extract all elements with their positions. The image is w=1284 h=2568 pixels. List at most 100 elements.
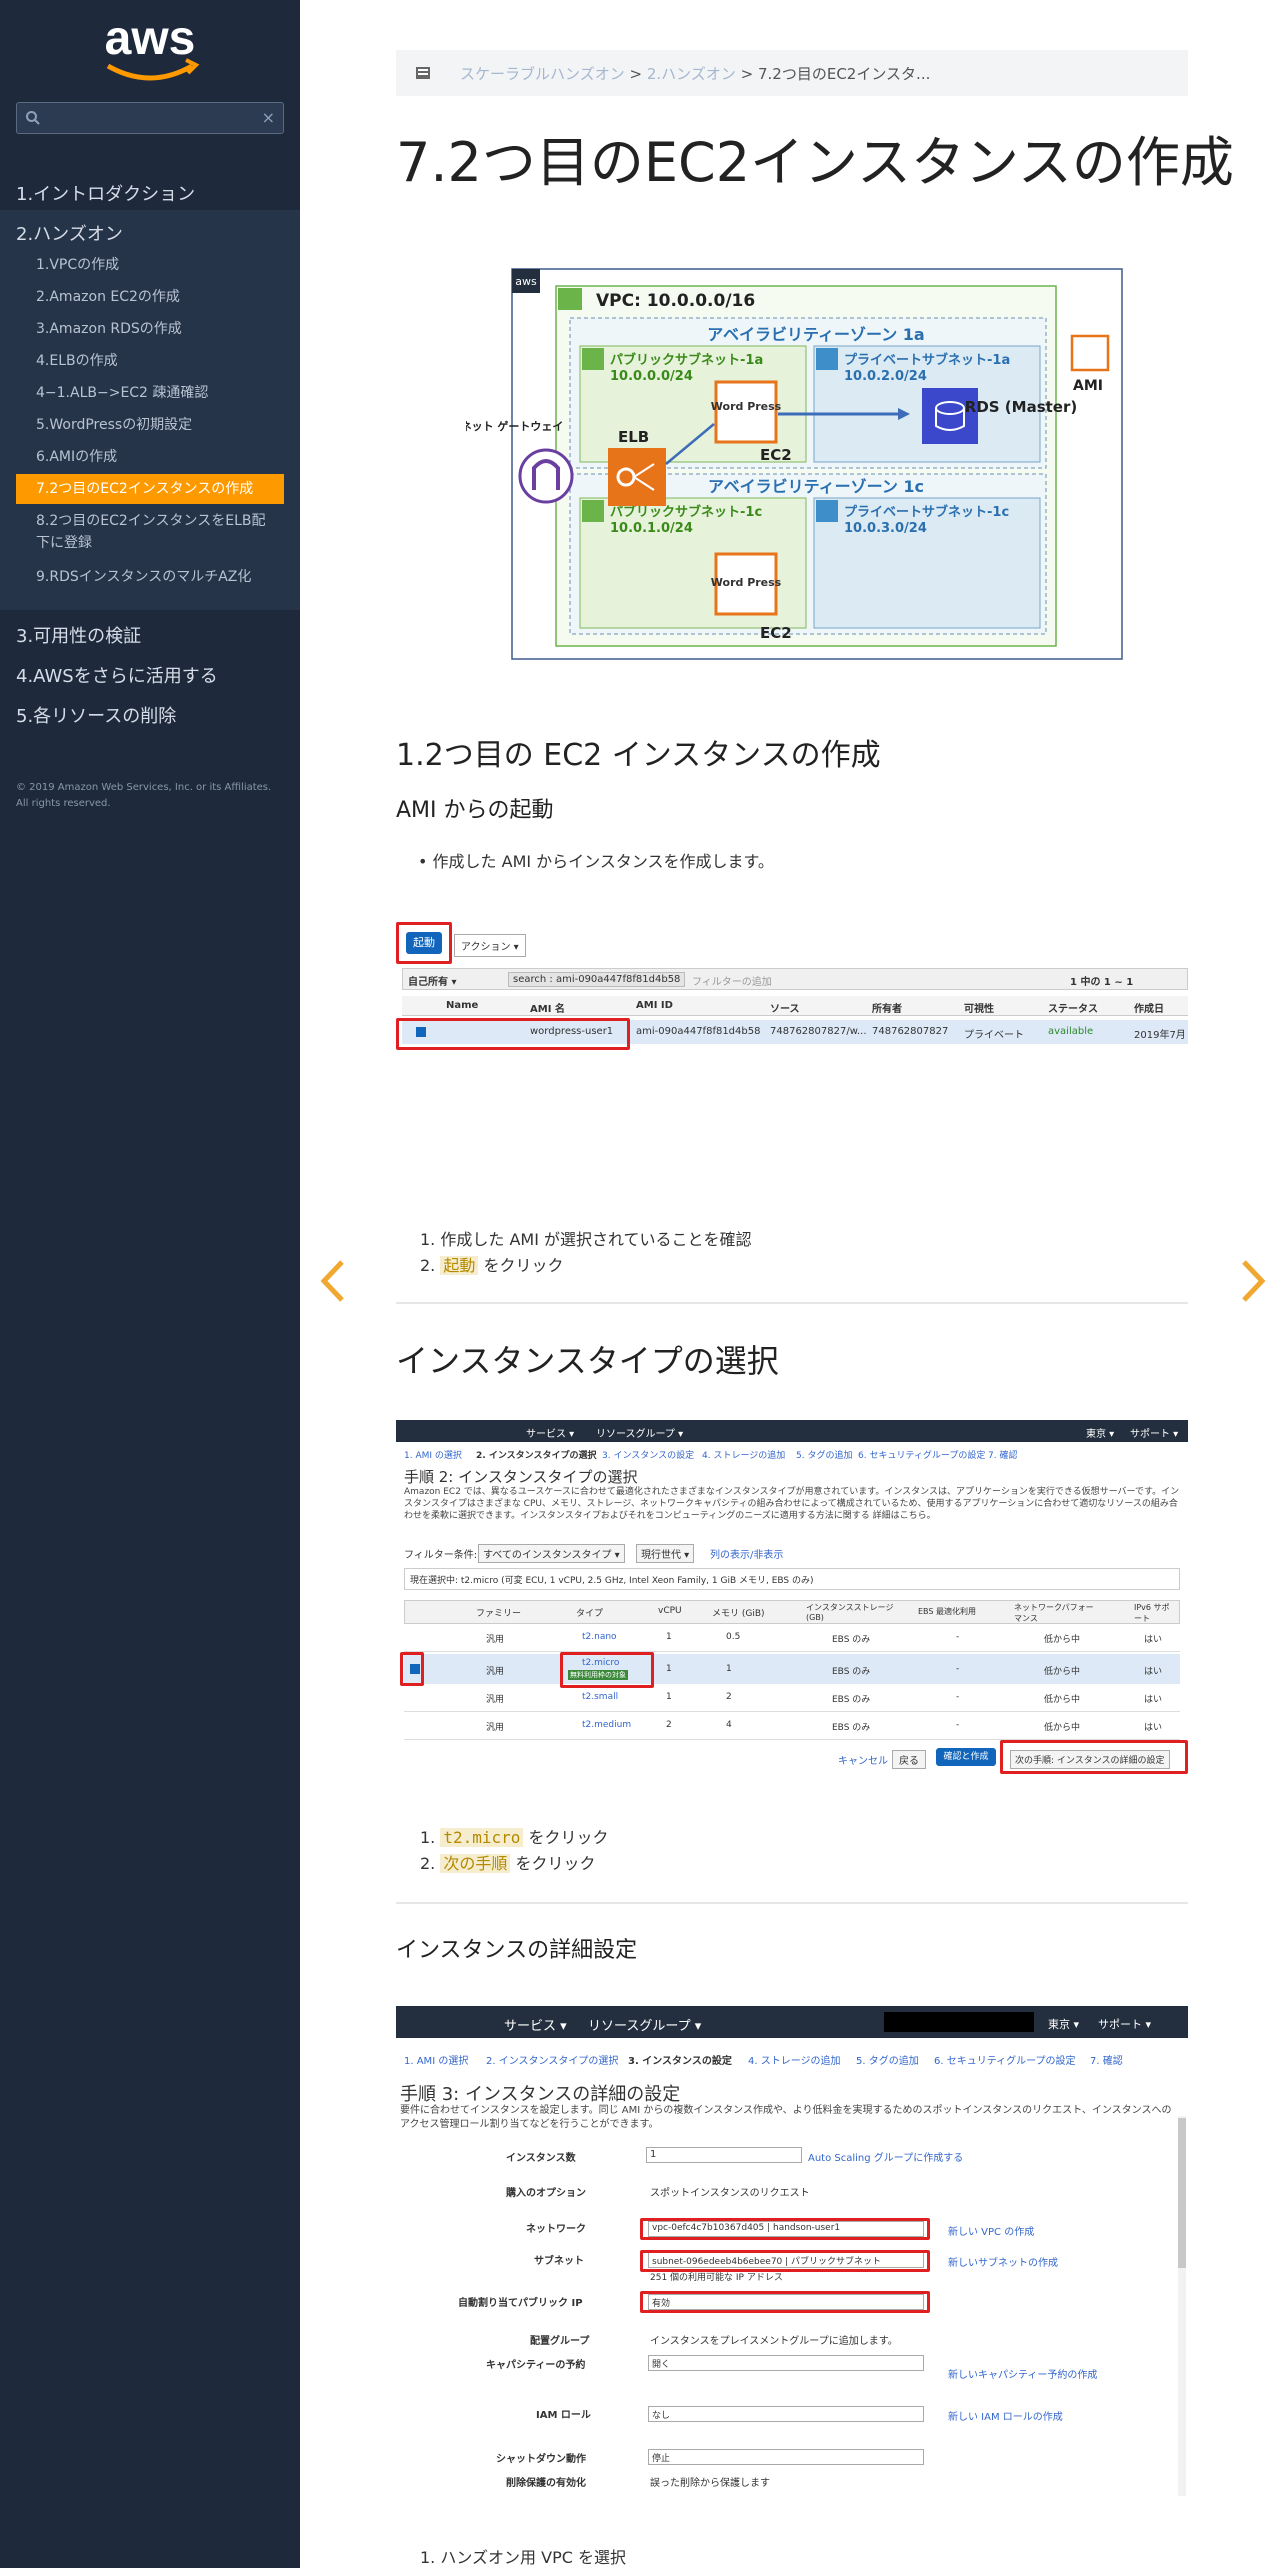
cell: 低から中	[1044, 1723, 1081, 1733]
subnav-item[interactable]: 4.ELBの作成	[16, 350, 284, 372]
services-menu[interactable]: サービス ▾	[504, 2015, 567, 2034]
subnav-item[interactable]: 5.WordPressの初期設定	[16, 414, 284, 436]
subnav-item[interactable]: 3.Amazon RDSの作成	[16, 318, 284, 340]
instance-type-screenshot: サービス ▾ リソースグループ ▾ 東京 ▾ サポート ▾ 1. AMI の選択…	[396, 1420, 1188, 1780]
services-menu[interactable]: サービス ▾	[526, 1425, 574, 1440]
next-page-icon[interactable]	[1238, 1258, 1268, 1304]
nav-item-cleanup[interactable]: 5.各リソースの削除	[0, 692, 300, 732]
nav-item-intro[interactable]: 1.イントロダクション	[0, 170, 300, 210]
cell: ami-090a447f8f81d4b58	[636, 1026, 761, 1037]
subnav-item[interactable]: 9.RDSインスタンスのマルチAZ化	[16, 566, 284, 588]
placement-checkbox[interactable]: インスタンスをプレイスメントグループに追加します。	[650, 2332, 898, 2347]
field-label: 購入のオプション	[506, 2188, 586, 2199]
ami-screenshot: 起動 アクション ▾ 自己所有 ▾ search : ami-090a447f8…	[396, 920, 1188, 1060]
type-filter[interactable]: すべてのインスタンスタイプ ▾	[478, 1544, 625, 1563]
breadcrumb-link[interactable]: スケーラブルハンズオン	[460, 65, 625, 83]
wizard-tab[interactable]: 7. 確認	[988, 1448, 1017, 1461]
diagram-pri2: プライベートサブネット-1c	[844, 504, 1009, 520]
wizard-tab[interactable]: 4. ストレージの追加	[702, 1448, 785, 1461]
filter-placeholder[interactable]: フィルターの追加	[692, 973, 772, 988]
highlight-box	[640, 2250, 930, 2272]
shutdown-select[interactable]: 停止	[648, 2449, 924, 2465]
aws-logo[interactable]: aws	[90, 10, 210, 90]
resource-groups-menu[interactable]: リソースグループ ▾	[588, 2015, 701, 2034]
support-menu[interactable]: サポート ▾	[1130, 1425, 1178, 1440]
cell: -	[956, 1692, 960, 1702]
spot-checkbox[interactable]: スポットインスタンスのリクエスト	[650, 2184, 810, 2199]
breadcrumb-link[interactable]: 2.ハンズオン	[647, 65, 736, 83]
autoscaling-link[interactable]: Auto Scaling グループに作成する	[808, 2149, 963, 2164]
sidebar: aws × 1.イントロダクション 2.ハンズオン 1.VPCの作成 2.Ama…	[0, 0, 300, 2568]
col-header: vCPU	[658, 1606, 682, 1616]
wizard-tab[interactable]: 6. セキュリティグループの設定	[858, 1448, 985, 1461]
subnav-item-active[interactable]: 7.2つ目のEC2インスタンスの作成	[16, 474, 284, 504]
console-nav	[396, 1420, 1188, 1442]
field-label: IAM ロール	[536, 2410, 591, 2421]
wizard-tab[interactable]: 7. 確認	[1090, 2052, 1123, 2067]
subnav-item[interactable]: 6.AMIの作成	[16, 446, 284, 468]
scrollbar-thumb[interactable]	[1178, 2118, 1186, 2268]
wizard-tab[interactable]: 2. インスタンスタイプの選択	[476, 1448, 596, 1461]
diagram-az1: アベイラビリティーゾーン 1a	[707, 325, 924, 344]
col-header: ファミリー	[476, 1609, 522, 1619]
nav-item-utilize[interactable]: 4.AWSをさらに活用する	[0, 652, 300, 692]
step-text: をクリック	[478, 1256, 564, 1275]
capacity-select[interactable]: 開く	[648, 2355, 924, 2371]
search-tag[interactable]: search : ami-090a447f8f81d4b58	[508, 972, 686, 987]
cell: 1	[666, 1632, 672, 1642]
col-header: IPv6 サポート	[1134, 1603, 1170, 1623]
new-subnet-link[interactable]: 新しいサブネットの作成	[948, 2254, 1058, 2269]
section3-heading: インスタンスの詳細設定	[396, 1938, 638, 1963]
col-header: 可視性	[964, 1004, 994, 1015]
nav-item-handson[interactable]: 2.ハンズオン	[0, 210, 300, 250]
owner-filter[interactable]: 自己所有 ▾	[408, 973, 457, 988]
protection-checkbox[interactable]: 誤った削除から保護します	[650, 2474, 770, 2489]
account-name-redacted	[884, 2012, 1034, 2032]
new-iam-link[interactable]: 新しい IAM ロールの作成	[948, 2408, 1063, 2423]
review-launch-button[interactable]: 確認と作成	[936, 1748, 996, 1766]
wizard-tab[interactable]: 3. インスタンスの設定	[602, 1448, 694, 1461]
iam-select[interactable]: なし	[648, 2406, 924, 2422]
support-menu[interactable]: サポート ▾	[1098, 2016, 1151, 2032]
diagram-pri2-cidr: 10.0.3.0/24	[844, 521, 927, 536]
wizard-tab[interactable]: 4. ストレージの追加	[748, 2052, 841, 2067]
subnav-item[interactable]: 1.VPCの作成	[16, 254, 284, 276]
gen-filter[interactable]: 現行世代 ▾	[636, 1544, 695, 1563]
subnav-item[interactable]: 4−1.ALB−>EC2 疎通確認	[16, 382, 284, 404]
highlight-box	[400, 1652, 424, 1686]
wizard-tab[interactable]: 2. インスタンスタイプの選択	[486, 2052, 618, 2067]
field-label: サブネット	[534, 2256, 584, 2267]
resource-groups-menu[interactable]: リソースグループ ▾	[596, 1425, 683, 1440]
wizard-tab[interactable]: 5. タグの追加	[796, 1448, 852, 1461]
wizard-tab[interactable]: 6. セキュリティグループの設定	[934, 2052, 1076, 2067]
step-highlight: 次の手順	[440, 1854, 511, 1873]
subnav-item[interactable]: 8.2つ目のEC2インスタンスをELB配下に登録	[16, 510, 284, 554]
col-header: インスタンスストレージ (GB)	[806, 1603, 894, 1622]
highlight-box	[640, 2291, 930, 2313]
search-input[interactable]	[47, 107, 247, 129]
cell: プライベート	[964, 1030, 1024, 1041]
nav-item-availability[interactable]: 3.可用性の検証	[0, 612, 300, 652]
step-text: ハンズオン用 VPC を選択	[440, 2548, 626, 2567]
toc-icon[interactable]	[414, 64, 432, 82]
wizard-tab[interactable]: 1. AMI の選択	[404, 2052, 468, 2067]
columns-link[interactable]: 列の表示/非表示	[710, 1546, 783, 1561]
clear-icon[interactable]: ×	[262, 108, 275, 127]
wizard-tab[interactable]: 1. AMI の選択	[404, 1448, 462, 1461]
bullet-text: 作成した AMI からインスタンスを作成します。	[432, 852, 774, 871]
cancel-link[interactable]: キャンセル	[838, 1752, 888, 1767]
back-button[interactable]: 戻る	[892, 1750, 926, 1769]
step-highlight: 起動	[440, 1256, 479, 1275]
subnav-item[interactable]: 2.Amazon EC2の作成	[16, 286, 284, 308]
region-menu[interactable]: 東京 ▾	[1048, 2016, 1079, 2032]
wizard-tab[interactable]: 3. インスタンスの設定	[628, 2052, 732, 2067]
region-menu[interactable]: 東京 ▾	[1086, 1425, 1114, 1440]
step-text: をクリック	[510, 1854, 596, 1873]
actions-button[interactable]: アクション ▾	[454, 934, 526, 957]
new-vpc-link[interactable]: 新しい VPC の作成	[948, 2223, 1034, 2238]
prev-page-icon[interactable]	[318, 1258, 348, 1304]
new-capacity-link[interactable]: 新しいキャパシティー予約の作成	[948, 2366, 1097, 2381]
col-header: メモリ (GiB)	[712, 1609, 765, 1619]
instance-count-input[interactable]: 1	[646, 2147, 802, 2163]
wizard-tab[interactable]: 5. タグの追加	[856, 2052, 919, 2067]
